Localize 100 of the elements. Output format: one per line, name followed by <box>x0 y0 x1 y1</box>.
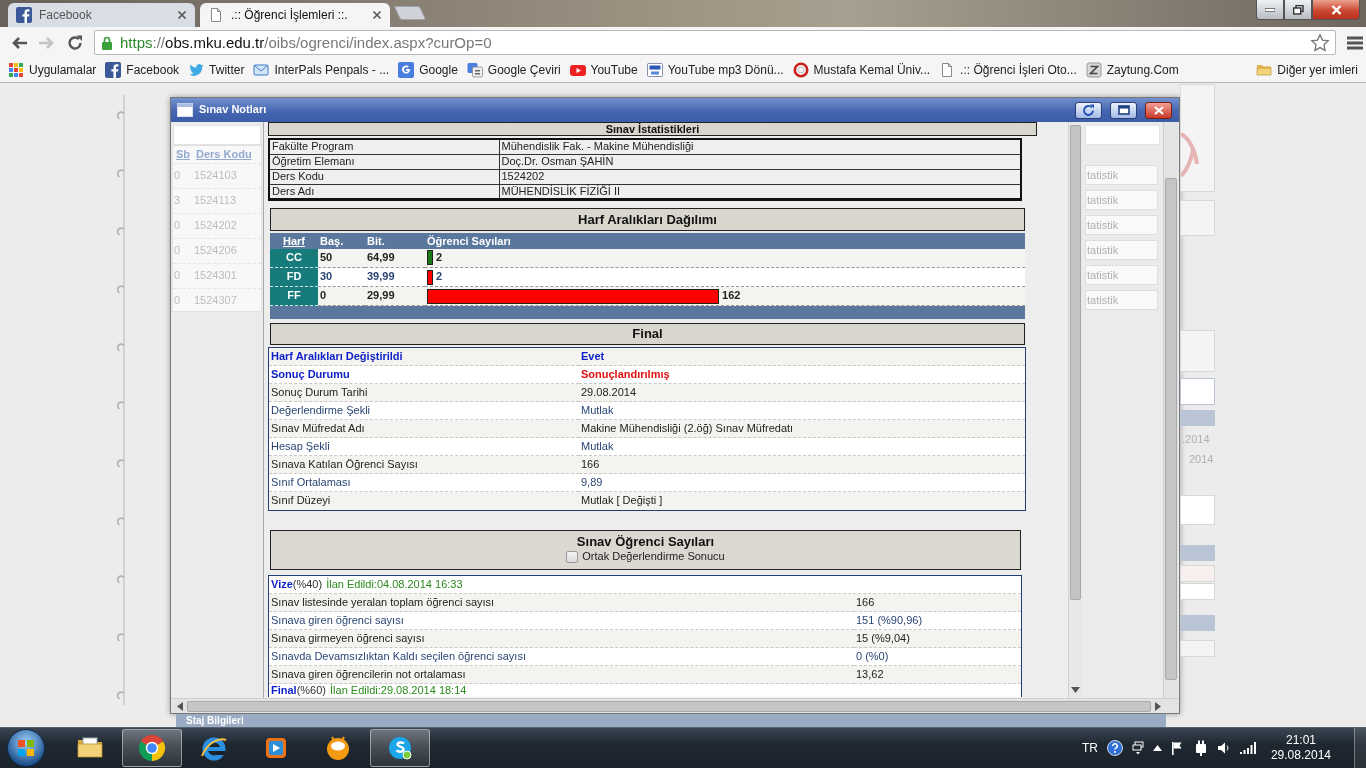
column-header: Bit. <box>367 234 385 247</box>
scrollbar-thumb[interactable] <box>1165 178 1177 680</box>
close-icon[interactable] <box>372 10 382 20</box>
minimize-icon <box>1265 7 1275 12</box>
exam-name: Vize <box>271 577 293 592</box>
announce-date: İlan Edildi:04.08.2014 16:33 <box>326 577 463 592</box>
field-value: 9,89 <box>579 474 1025 492</box>
announce-date: İlan Edildi:29.08.2014 18:14 <box>330 684 467 697</box>
bookmark-folder[interactable]: Diğer yer imleri <box>1256 62 1358 78</box>
bookmark[interactable]: Google Çeviri <box>466 62 561 78</box>
start-button[interactable] <box>6 728 46 768</box>
speaker-icon[interactable] <box>1216 741 1231 755</box>
taskbar-button[interactable] <box>122 729 182 767</box>
apps-grid-icon <box>8 62 24 78</box>
table-cell: 3 <box>174 194 181 207</box>
bookmark[interactable]: Facebook <box>105 62 180 78</box>
signal-bars-icon[interactable] <box>1239 742 1256 754</box>
windows-icon[interactable] <box>1131 741 1144 755</box>
left-arrow-icon[interactable] <box>177 701 183 711</box>
table-cell: 1524301 <box>194 269 237 283</box>
scrollbar[interactable] <box>1163 122 1178 698</box>
taskbar-button[interactable] <box>370 729 430 767</box>
show-desktop-button[interactable] <box>1354 727 1366 768</box>
input-field <box>1180 378 1215 405</box>
range-start: 30 <box>318 267 365 287</box>
header-strip <box>1180 545 1215 561</box>
close-icon[interactable] <box>177 10 187 20</box>
flag-icon[interactable] <box>1170 741 1185 755</box>
browser-tab[interactable]: .:: Öğrenci İşlemleri ::. <box>200 3 390 27</box>
field-value: Sonuçlandırılmış <box>579 366 1025 384</box>
bookmark[interactable]: Mustafa Kemal Üniv... <box>792 62 931 78</box>
play-icon <box>569 62 586 78</box>
bookmark[interactable]: Twitter <box>188 62 245 78</box>
bookmark[interactable]: YouTube <box>569 62 638 78</box>
right-arrow-icon[interactable] <box>1155 701 1161 711</box>
scrollbar-thumb[interactable] <box>187 700 1151 712</box>
field-label: Fakülte Program <box>269 139 499 154</box>
down-arrow-icon[interactable] <box>1071 687 1080 693</box>
close-button[interactable] <box>1312 0 1360 20</box>
bookmark[interactable]: InterPals Penpals - ... <box>253 62 390 78</box>
z-logo-icon <box>1085 62 1102 78</box>
sort-link[interactable]: Harf <box>283 234 305 247</box>
student-count: 162 <box>722 289 741 303</box>
date-text: 2014 <box>1189 452 1214 467</box>
field-label: Sınıf Ortalaması <box>269 474 579 492</box>
range-start: 0 <box>318 286 365 306</box>
field-label: Sınava girmeyen öğrenci sayısı <box>269 630 854 648</box>
refresh-button[interactable] <box>1075 101 1102 119</box>
clock-date[interactable]: 29.08.2014 <box>1270 748 1331 763</box>
field-label: Sonuç Durumu <box>269 366 579 384</box>
star-icon[interactable] <box>1310 32 1330 53</box>
folder-icon <box>1256 62 1273 78</box>
exam-weight: (%40) <box>292 577 323 592</box>
back-icon[interactable] <box>10 34 28 51</box>
field-value: 15 (%9,04) <box>854 630 1021 648</box>
clock-time[interactable]: 21:01 <box>1270 733 1331 748</box>
bookmark[interactable]: Google <box>398 62 458 78</box>
checkbox[interactable] <box>566 550 579 563</box>
header-strip <box>1180 615 1215 631</box>
minimize-button[interactable] <box>1256 0 1284 20</box>
panel-background <box>1180 495 1215 525</box>
student-count: 2 <box>435 251 443 265</box>
browser-tab[interactable]: Facebook <box>8 3 195 27</box>
f-logo-icon <box>105 62 122 78</box>
tiles-icon <box>466 62 483 78</box>
field-label: Sınıf Düzeyi <box>269 492 579 510</box>
reload-icon[interactable] <box>66 33 84 52</box>
restore-button[interactable] <box>1110 101 1137 119</box>
exam-weight: (%60) <box>296 684 326 697</box>
window-icon <box>177 103 193 117</box>
restore-icon <box>1117 105 1130 115</box>
scrollbar-thumb[interactable] <box>1070 125 1081 600</box>
bookmark[interactable]: Zaytung.Com <box>1085 62 1179 78</box>
field-label: Sınav listesinde yeralan toplam öğrenci sayısı <box>269 594 854 612</box>
field-value: Mutlak [ Değişti ] <box>579 492 1025 510</box>
address-field[interactable]: https://obs.mku.edu.tr/oibs/ogrenci/index.aspx?curOp=0 <box>94 30 1336 55</box>
field-label: Sonuç Durum Tarihi <box>269 384 579 402</box>
bookmark[interactable]: Uygulamalar <box>8 62 97 78</box>
field-value: 29.08.2014 <box>579 384 1025 402</box>
lock-icon <box>100 34 114 51</box>
new-tab-button[interactable] <box>393 6 427 20</box>
restore-button[interactable] <box>1284 0 1312 20</box>
help-icon[interactable] <box>1106 740 1123 756</box>
panel-background <box>1180 583 1215 600</box>
g-logo-icon <box>398 62 415 78</box>
scrollbar[interactable] <box>1068 122 1082 698</box>
chevron-up-icon[interactable] <box>1152 745 1162 751</box>
plug-icon[interactable] <box>1193 740 1208 756</box>
scrollbar[interactable] <box>171 698 1179 713</box>
ring-logo-icon[interactable] <box>137 733 167 763</box>
field-value: Mutlak <box>579 438 1025 456</box>
menu-icon[interactable] <box>1346 34 1364 51</box>
column-header: Öğrenci Sayıları <box>427 234 511 247</box>
dialog-title: Sınav Notları <box>199 103 267 117</box>
close-button[interactable] <box>1145 101 1172 119</box>
section-title: Sınav Öğrenci Sayıları <box>576 534 715 550</box>
restore-icon <box>1292 4 1304 15</box>
language-indicator[interactable]: TR <box>1081 740 1098 756</box>
bookmark[interactable]: .:: Öğrenci İşleri Oto... <box>939 62 1077 78</box>
bookmark[interactable]: YouTube mp3 Dönü... <box>646 62 784 78</box>
